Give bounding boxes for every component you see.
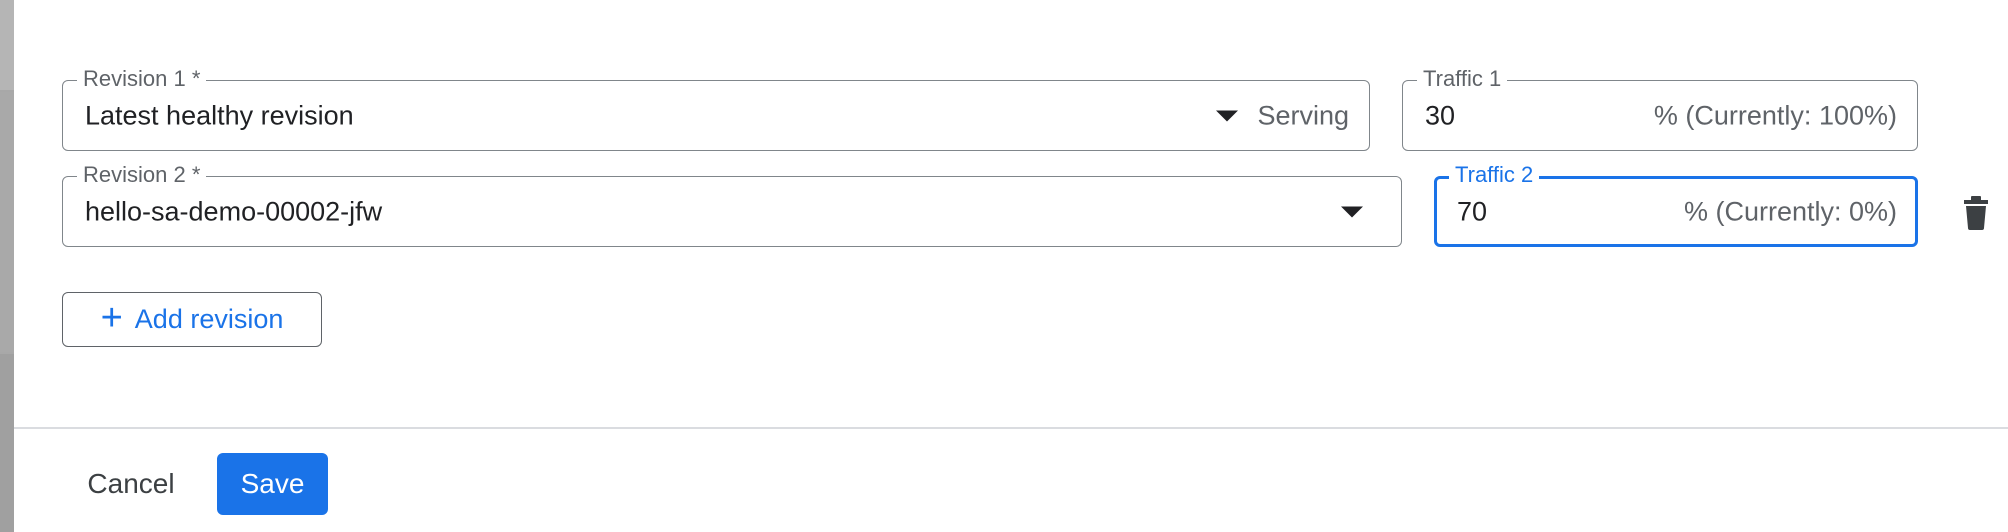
revision-1-label: Revision 1 * [77,66,207,92]
page: Revision 1 * Latest healthy revision Ser… [0,0,2008,532]
traffic-2-label: Traffic 2 [1449,162,1540,188]
add-revision-label: Add revision [134,304,284,334]
chevron-down-icon[interactable] [1341,206,1363,217]
save-button[interactable]: Save [217,453,328,515]
revision-1-value: Latest healthy revision [85,100,354,130]
cancel-button[interactable]: Cancel [72,453,190,515]
footer-divider [14,427,2008,429]
revision-2-select[interactable]: Revision 2 * hello-sa-demo-00002-jfw [62,162,1402,247]
traffic-1-label: Traffic 1 [1417,66,1508,92]
traffic-2-value: 70 [1457,196,1488,226]
traffic-2-current: % (Currently: 0%) [1683,196,1897,226]
traffic-1-current: % (Currently: 100%) [1653,100,1897,130]
traffic-1-input[interactable]: Traffic 1 30 % (Currently: 100%) [1402,66,1918,151]
revision-1-serving-badge: Serving [1257,100,1349,130]
trash-icon[interactable] [1956,193,1996,233]
revision-2-label: Revision 2 * [77,162,207,188]
revision-1-select[interactable]: Revision 1 * Latest healthy revision Ser… [62,66,1370,151]
chevron-down-icon[interactable] [1216,110,1238,121]
revision-2-value: hello-sa-demo-00002-jfw [85,196,383,226]
add-revision-button[interactable]: + Add revision [62,292,322,347]
traffic-1-value: 30 [1425,100,1456,130]
plus-icon: + [100,297,123,339]
traffic-2-input[interactable]: Traffic 2 70 % (Currently: 0%) [1434,162,1918,247]
page-backdrop [0,0,14,532]
